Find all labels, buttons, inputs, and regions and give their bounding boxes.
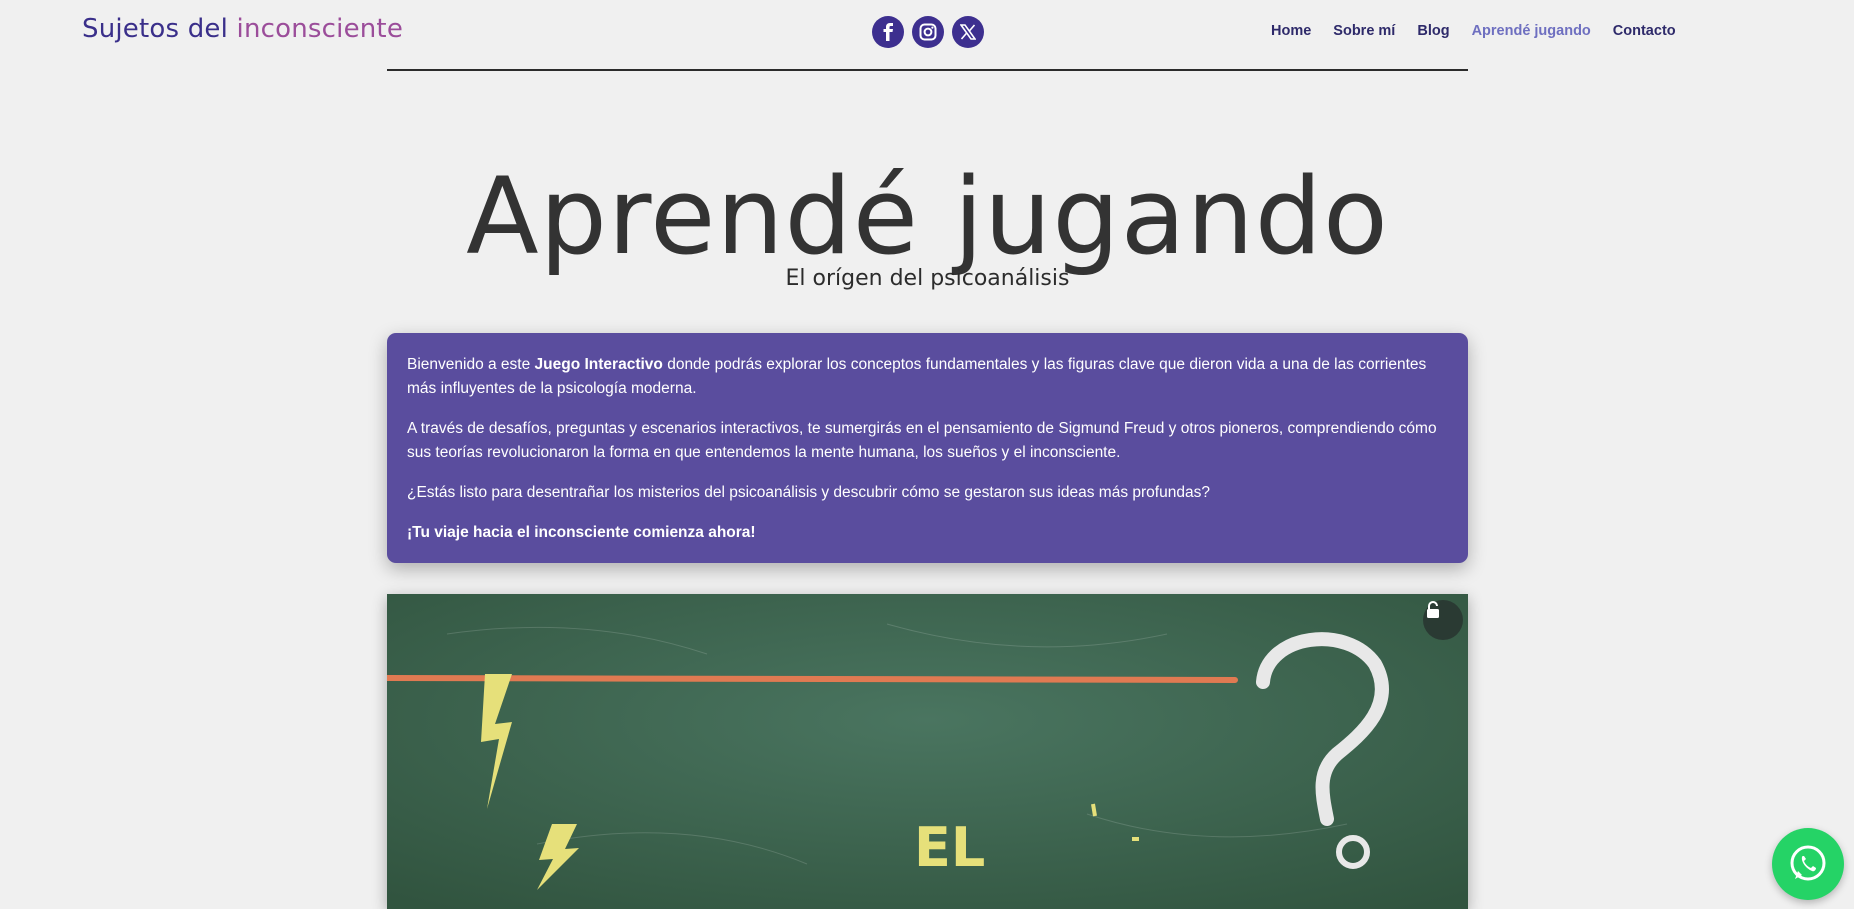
intro-paragraph-3: ¿Estás listo para desentrañar los mister…: [407, 484, 1210, 501]
intro-paragraph-1: Bienvenido a este Juego Interactivo dond…: [407, 353, 1448, 401]
game-embed[interactable]: EL: [387, 594, 1468, 909]
nav-contacto[interactable]: Contacto: [1613, 23, 1676, 39]
logo-text-primary: Sujetos del: [82, 14, 237, 44]
site-header: Sujetos del inconsciente Home Sobre mí B…: [0, 0, 1854, 64]
header-divider: [387, 69, 1468, 71]
unlock-icon[interactable]: [1423, 600, 1463, 640]
intro-paragraph-4: ¡Tu viaje hacia el inconsciente comienza…: [407, 521, 1448, 545]
chalk-line: [387, 675, 1238, 683]
intro-text: Bienvenido a este: [407, 356, 535, 373]
site-logo[interactable]: Sujetos del inconsciente: [82, 14, 403, 44]
main-nav: Home Sobre mí Blog Aprendé jugando Conta…: [1271, 23, 1676, 39]
whatsapp-icon[interactable]: [1772, 828, 1844, 900]
nav-sobre-mi[interactable]: Sobre mí: [1333, 23, 1395, 39]
intro-call-to-action: ¡Tu viaje hacia el inconsciente comienza…: [407, 524, 756, 541]
social-links: [872, 16, 984, 48]
facebook-icon[interactable]: [872, 16, 904, 48]
x-twitter-icon[interactable]: [952, 16, 984, 48]
instagram-icon[interactable]: [912, 16, 944, 48]
page-subtitle: El orígen del psicoanálisis: [785, 266, 1070, 291]
intro-card: Bienvenido a este Juego Interactivo dond…: [387, 333, 1468, 563]
nav-home[interactable]: Home: [1271, 23, 1311, 39]
intro-paragraph-2: A través de desafíos, preguntas y escena…: [407, 420, 1437, 461]
logo-text-accent: inconsciente: [236, 14, 404, 44]
intro-bold-text: Juego Interactivo: [534, 356, 663, 373]
nav-aprende-jugando[interactable]: Aprendé jugando: [1472, 23, 1591, 39]
chalk-text: EL: [914, 816, 985, 879]
nav-blog[interactable]: Blog: [1417, 23, 1449, 39]
chalkboard-illustration: EL: [387, 594, 1468, 909]
